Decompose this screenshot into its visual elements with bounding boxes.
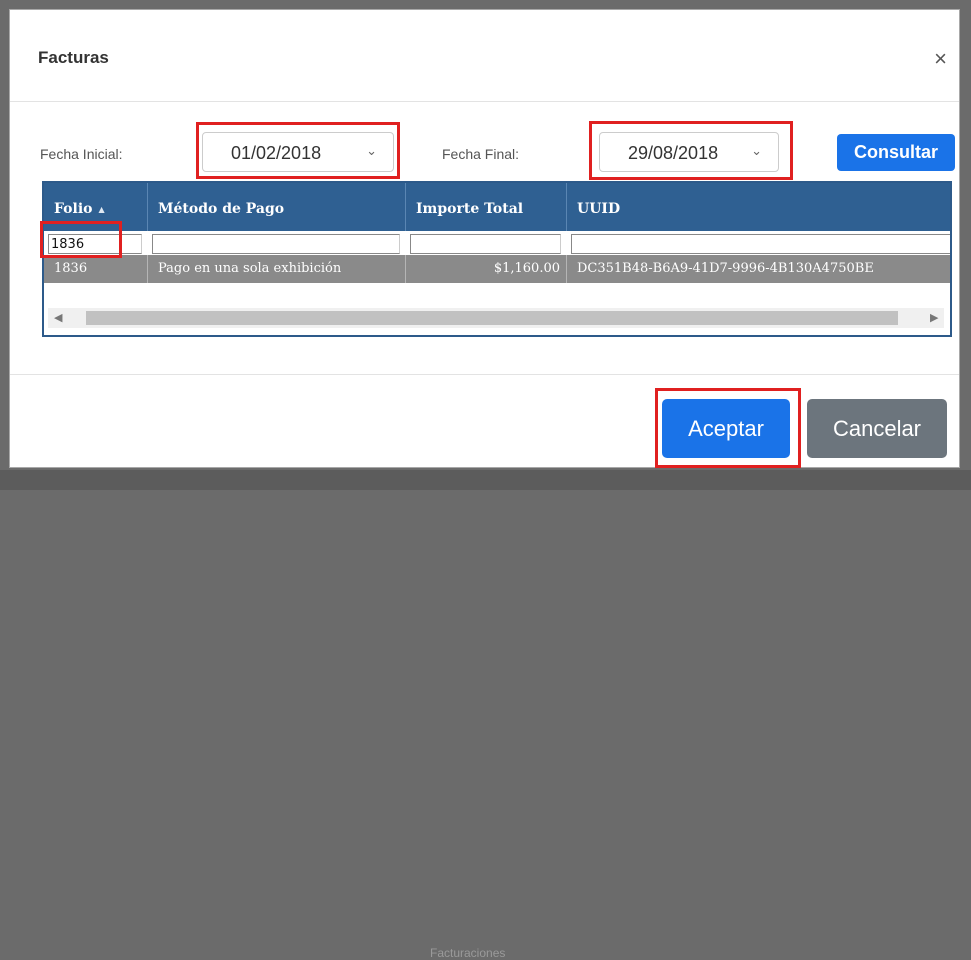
end-date-value: 29/08/2018 xyxy=(628,143,719,163)
scroll-left-icon[interactable]: ◀ xyxy=(54,311,62,324)
filter-input-uuid[interactable] xyxy=(571,234,950,254)
filter-input-folio[interactable]: 1836 xyxy=(48,234,142,254)
accept-button[interactable]: Aceptar xyxy=(662,399,790,458)
cell-folio: 1836 xyxy=(44,255,148,283)
filter-cell-uuid xyxy=(567,234,950,254)
cell-uuid: DC351B48-B6A9-41D7-9996-4B130A4750BE xyxy=(577,261,874,276)
chevron-down-icon: ⌄ xyxy=(751,143,762,158)
dialog-title: Facturas xyxy=(38,48,109,67)
dialog-header: Facturas × xyxy=(10,10,959,102)
column-header-label: Importe Total xyxy=(416,201,524,217)
table-row[interactable]: 1836 Pago en una sola exhibición $1,160.… xyxy=(44,255,950,283)
scrollbar-thumb[interactable] xyxy=(86,311,898,325)
grid-header: Folio ▲ Método de Pago Importe Total UUID xyxy=(44,183,950,231)
end-date-select[interactable]: 29/08/2018 ⌄ xyxy=(599,132,779,172)
cell-payment-method: Pago en una sola exhibición xyxy=(148,255,406,283)
background-text: Facturaciones xyxy=(430,946,506,960)
invoices-dialog: Facturas × Fecha Inicial: 01/02/2018 ⌄ F… xyxy=(9,9,960,468)
column-header-payment-method[interactable]: Método de Pago xyxy=(148,183,406,231)
column-header-label: UUID xyxy=(577,201,621,217)
filter-input-total-amount[interactable] xyxy=(410,234,561,254)
chevron-down-icon: ⌄ xyxy=(366,143,377,158)
column-header-uuid[interactable]: UUID xyxy=(567,183,950,231)
scroll-right-icon[interactable]: ▶ xyxy=(930,311,938,324)
column-header-label: Método de Pago xyxy=(158,201,285,217)
start-date-label: Fecha Inicial: xyxy=(40,146,123,162)
sort-ascending-icon: ▲ xyxy=(98,204,105,214)
consult-button[interactable]: Consultar xyxy=(837,134,955,171)
filter-input-payment-method[interactable] xyxy=(152,234,400,254)
filter-cell-folio: 1836 xyxy=(44,234,148,254)
cell-total-amount: $1,160.00 xyxy=(406,255,567,283)
column-header-folio[interactable]: Folio ▲ xyxy=(44,183,148,231)
start-date-value: 01/02/2018 xyxy=(231,143,322,163)
background-page: Facturaciones xyxy=(0,470,971,960)
invoices-grid: Folio ▲ Método de Pago Importe Total UUID… xyxy=(42,181,952,337)
column-header-total-amount[interactable]: Importe Total xyxy=(406,183,567,231)
grid-filter-row: 1836 xyxy=(44,231,950,255)
end-date-label: Fecha Final: xyxy=(442,146,520,162)
horizontal-scrollbar[interactable]: ◀ ▶ xyxy=(48,308,944,328)
close-icon[interactable]: × xyxy=(934,48,947,70)
filter-cell-total-amount xyxy=(406,234,567,254)
start-date-select[interactable]: 01/02/2018 ⌄ xyxy=(202,132,394,172)
column-header-label: Folio xyxy=(54,201,93,217)
cancel-button[interactable]: Cancelar xyxy=(807,399,947,458)
filter-cell-payment-method xyxy=(148,234,406,254)
footer-divider xyxy=(10,374,959,375)
